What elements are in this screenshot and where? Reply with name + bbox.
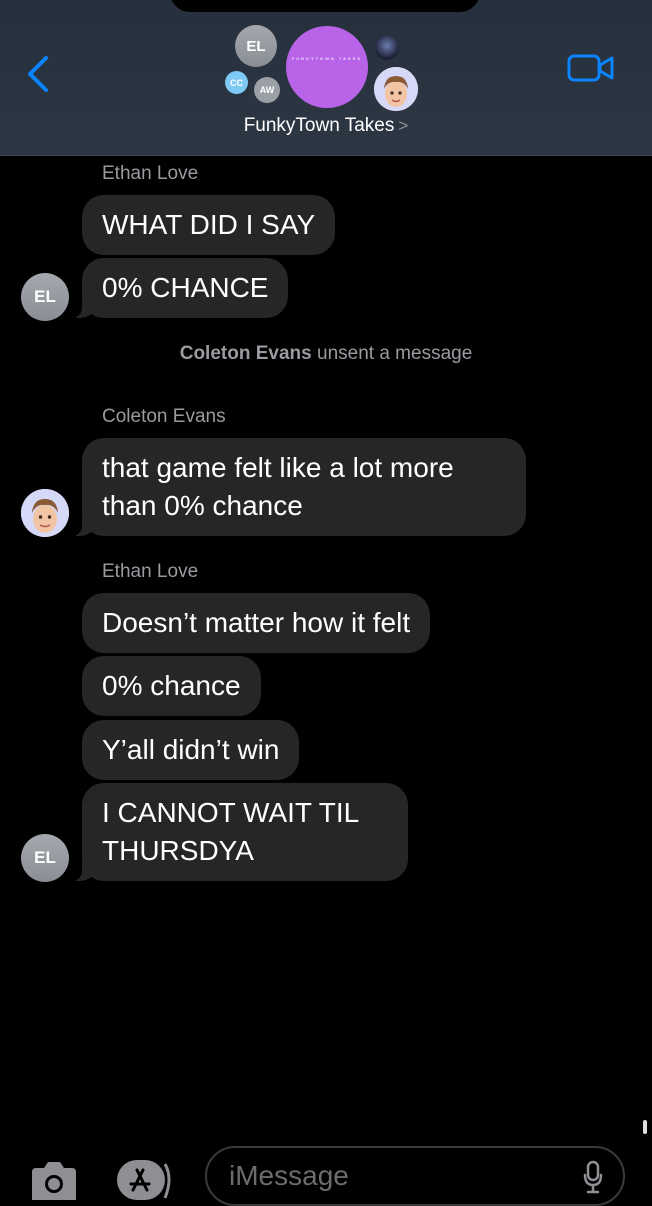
message-bubble[interactable]: that game felt like a lot more than 0% c…	[72, 438, 526, 536]
group-logo-text: FUNKYTOWN TAKES	[291, 56, 363, 61]
conversation-header: EL CC AW FUNKYTOWN TAKES FunkyTown Takes…	[0, 0, 652, 156]
message-bubble[interactable]: 0% chance	[82, 656, 261, 716]
participant-avatar-cc: CC	[225, 71, 248, 94]
message-text: WHAT DID I SAY	[102, 209, 316, 240]
sender-avatar-el[interactable]: EL	[21, 834, 69, 882]
sender-memoji-avatar[interactable]	[21, 489, 69, 537]
group-name-title[interactable]: FunkyTown Takes >	[0, 115, 652, 137]
group-name-label: FunkyTown Takes	[243, 115, 395, 136]
unsent-message-notice: Coleton Evans unsent a message	[179, 343, 473, 364]
message-text: Doesn’t matter how it felt	[102, 607, 411, 638]
message-text: I CANNOT WAIT TIL THURSDYA	[102, 797, 359, 866]
message-input[interactable]: iMessage	[205, 1146, 625, 1206]
participant-avatar-photo	[375, 36, 399, 60]
sender-name: Ethan Love	[102, 163, 199, 184]
participant-memoji-avatar	[374, 67, 418, 111]
message-bubble[interactable]: Doesn’t matter how it felt	[82, 593, 431, 653]
message-text: 0% chance	[102, 670, 241, 701]
message-bubble[interactable]: WHAT DID I SAY	[82, 195, 336, 255]
message-bubble[interactable]: Y’all didn’t win	[82, 720, 300, 780]
message-bubble[interactable]: I CANNOT WAIT TIL THURSDYA	[72, 783, 408, 881]
camera-icon[interactable]	[28, 1158, 80, 1200]
chevron-right-icon: >	[398, 116, 409, 135]
back-chevron-icon[interactable]	[24, 54, 54, 94]
microphone-icon[interactable]	[583, 1160, 603, 1194]
message-text: Y’all didn’t win	[102, 734, 280, 765]
app-store-icon[interactable]	[115, 1158, 175, 1200]
scroll-indicator[interactable]	[643, 1120, 647, 1134]
video-call-icon[interactable]	[567, 53, 615, 83]
message-bubble[interactable]: 0% CHANCE	[71, 258, 289, 318]
device-notch	[170, 0, 480, 12]
group-avatar[interactable]: FUNKYTOWN TAKES	[286, 26, 368, 108]
message-text: 0% CHANCE	[102, 272, 269, 303]
participant-avatar-aw: AW	[254, 77, 280, 103]
participant-avatar-el: EL	[235, 25, 277, 67]
sender-name: Ethan Love	[102, 561, 199, 582]
sender-avatar-el[interactable]: EL	[21, 273, 69, 321]
sender-name: Coleton Evans	[102, 406, 226, 427]
message-input-placeholder: iMessage	[229, 1160, 349, 1191]
message-text: that game felt like a lot more than 0% c…	[102, 452, 454, 521]
